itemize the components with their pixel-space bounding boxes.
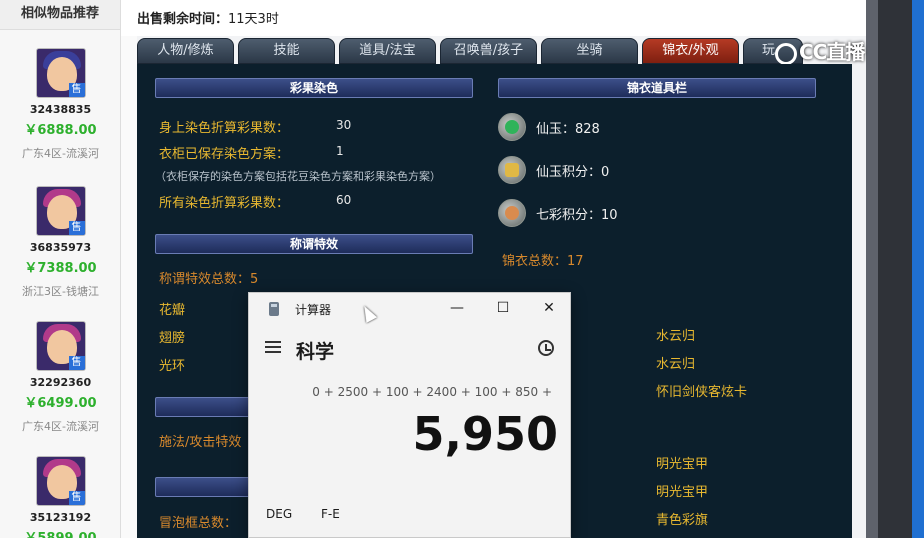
jade-points-label: 仙玉积分：0 (536, 165, 610, 180)
product-server: 广东4区-流溪河 (22, 420, 99, 433)
dye-total-label: 所有染色折算彩果数： (159, 196, 290, 211)
product-price: ￥6888.00 (24, 123, 97, 138)
product-card[interactable]: 售 36835973 ￥7388.00 浙江3区-钱塘江 (0, 186, 121, 299)
costume-item: 水云归 (656, 329, 696, 344)
dye-section-header: 彩果染色 (155, 78, 473, 98)
sale-time-value: 11天3时 (228, 12, 279, 27)
close-button[interactable]: ✕ (534, 297, 564, 319)
calculator-mode: 科学 (296, 341, 335, 363)
product-price: ￥5899.00 (0, 527, 121, 538)
sale-info-bar: 出售剩余时间：11天3时 (121, 0, 866, 36)
dye-body-value: 30 (336, 118, 352, 132)
title-effect-item: 光环 (159, 359, 186, 374)
product-id[interactable]: 36835973 (0, 241, 121, 254)
fe-toggle-button[interactable]: F-E (321, 507, 340, 521)
bubble-total: 冒泡框总数： (159, 516, 238, 531)
dye-total-value: 60 (336, 193, 352, 207)
sale-badge: 售 (68, 221, 85, 235)
jade-coin-icon (498, 113, 526, 141)
dye-note: （衣柜保存的染色方案包括花豆染色方案和彩果染色方案） (155, 170, 441, 183)
costume-item: 怀旧剑侠客炫卡 (656, 385, 748, 400)
sale-badge: 售 (68, 83, 85, 97)
costume-item: 明光宝甲 (656, 457, 709, 472)
dye-wardrobe-label: 衣柜已保存染色方案： (159, 147, 290, 162)
product-id[interactable]: 35123192 (0, 511, 121, 524)
screen: 相似物品推荐 售 32438835 ￥6888.00 广东4区-流溪河 售 36… (0, 0, 924, 538)
product-id[interactable]: 32292360 (0, 376, 121, 389)
side-bar-blue (912, 0, 924, 538)
title-effects-header: 称谓特效 (155, 234, 473, 254)
product-thumbnail[interactable]: 售 (35, 48, 86, 98)
calculator-title: 计算器 (295, 303, 332, 317)
product-thumbnail[interactable]: 售 (35, 456, 86, 506)
cc-live-watermark: CC直播 (775, 36, 865, 66)
rainbow-points-label: 七彩积分：10 (536, 208, 618, 223)
history-icon[interactable] (538, 340, 554, 356)
product-thumbnail[interactable]: 售 (35, 186, 86, 236)
cast-effects-header (155, 397, 255, 417)
angle-mode-button[interactable]: DEG (266, 507, 292, 521)
title-effect-item: 花瓣 (159, 303, 186, 318)
costume-item: 水云归 (656, 357, 696, 372)
sale-time-label: 出售剩余时间： (137, 12, 229, 27)
title-effects-total: 称谓特效总数：5 (159, 272, 259, 287)
right-edge-panel (866, 0, 924, 538)
product-price: ￥6499.00 (24, 396, 97, 411)
tab-items[interactable]: 道具/法宝 (339, 38, 436, 64)
sale-badge: 售 (68, 491, 85, 505)
tab-pets[interactable]: 召唤兽/孩子 (440, 38, 537, 64)
product-card[interactable]: 售 32438835 ￥6888.00 广东4区-流溪河 (0, 48, 121, 161)
scroll-track (866, 0, 878, 538)
calculator-titlebar[interactable]: 计算器 — ☐ ✕ (249, 293, 570, 325)
title-effect-item: 翅膀 (159, 331, 186, 346)
product-thumbnail[interactable]: 售 (35, 321, 86, 371)
tab-character[interactable]: 人物/修炼 (137, 38, 234, 64)
detail-tabs: 人物/修炼 技能 道具/法宝 召唤兽/孩子 坐骑 锦衣/外观 玩 (137, 38, 852, 64)
tab-mounts[interactable]: 坐骑 (541, 38, 638, 64)
product-server: 浙江3区-钱塘江 (22, 285, 99, 298)
maximize-button[interactable]: ☐ (488, 297, 518, 319)
similar-items-sidebar: 相似物品推荐 售 32438835 ￥6888.00 广东4区-流溪河 售 36… (0, 0, 121, 538)
costume-item: 青色彩旗 (656, 513, 709, 528)
bubble-section-header (155, 477, 255, 497)
sale-badge: 售 (68, 356, 85, 370)
product-card[interactable]: 售 32292360 ￥6499.00 广东4区-流溪河 (0, 321, 121, 434)
calculator-expression: 0 + 2500 + 100 + 2400 + 100 + 850 + (312, 385, 552, 399)
page-gutter (121, 0, 137, 538)
dye-wardrobe-value: 1 (336, 144, 344, 158)
jade-points-icon (498, 156, 526, 184)
product-server: 广东4区-流溪河 (22, 147, 99, 160)
cast-effects-total: 施法/攻击特效 (159, 435, 242, 450)
product-price: ￥7388.00 (24, 261, 97, 276)
sidebar-title: 相似物品推荐 (0, 0, 120, 30)
costume-total: 锦衣总数：17 (502, 254, 584, 269)
sale-remaining-time: 出售剩余时间：11天3时 (137, 8, 279, 27)
tab-costumes[interactable]: 锦衣/外观 (642, 38, 739, 64)
product-id[interactable]: 32438835 (0, 103, 121, 116)
minimize-button[interactable]: — (442, 297, 472, 319)
hamburger-menu-icon[interactable] (265, 341, 281, 355)
cc-logo-icon (775, 42, 797, 65)
calculator-window[interactable]: 计算器 — ☐ ✕ 科学 0 + 2500 + 100 + 2400 + 100… (248, 292, 571, 538)
costume-props-header: 锦衣道具栏 (498, 78, 816, 98)
product-card[interactable]: 售 35123192 ￥5899.00 (0, 456, 121, 538)
rainbow-points-icon (498, 199, 526, 227)
jade-coin-label: 仙玉：828 (536, 122, 600, 137)
tab-skills[interactable]: 技能 (238, 38, 335, 64)
dye-body-label: 身上染色折算彩果数： (159, 121, 290, 136)
calculator-app-icon (269, 302, 279, 316)
costume-item: 明光宝甲 (656, 485, 709, 500)
calculator-result: 5,950 (412, 407, 558, 461)
